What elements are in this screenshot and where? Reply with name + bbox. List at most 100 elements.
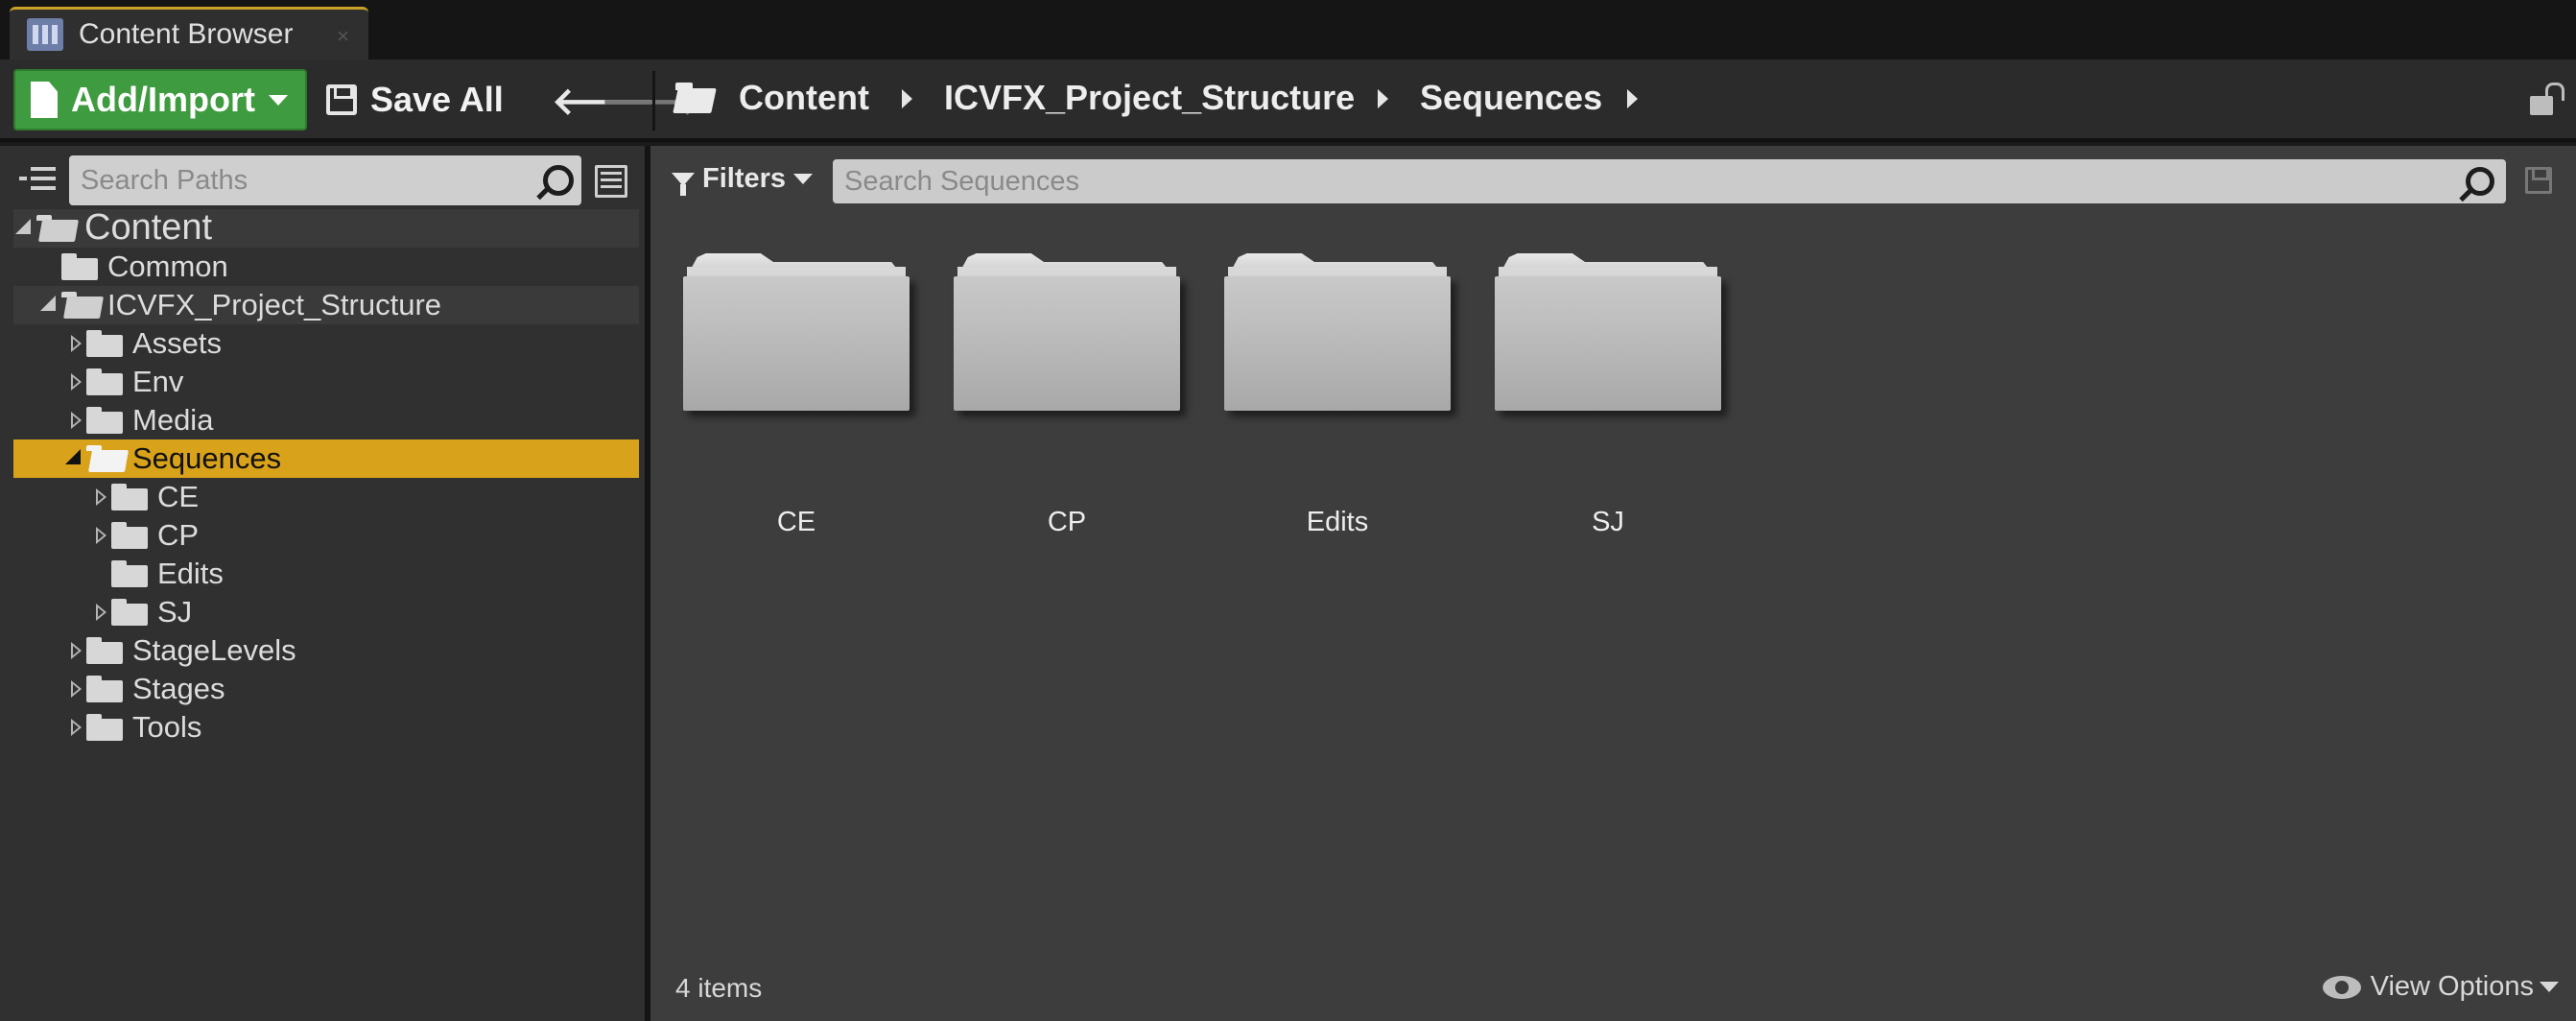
- breadcrumb-arrow-icon[interactable]: [902, 89, 912, 108]
- lock-icon[interactable]: [2530, 83, 2559, 115]
- breadcrumb-item[interactable]: Sequences: [1420, 77, 1602, 119]
- folder-icon: [1495, 253, 1721, 411]
- tree-item[interactable]: SJ: [13, 593, 639, 631]
- tree-item[interactable]: Edits: [13, 555, 639, 593]
- asset-tile-label: CP: [1047, 507, 1087, 537]
- tree-item[interactable]: Tools: [13, 708, 639, 747]
- triangle-right-icon[interactable]: [71, 642, 82, 659]
- breadcrumb-item[interactable]: ICVFX_Project_Structure: [944, 77, 1355, 119]
- tree-item-label: Common: [107, 249, 228, 283]
- item-count: 4 items: [675, 973, 763, 1003]
- list-view-icon[interactable]: [595, 165, 627, 198]
- folder-icon: [111, 484, 150, 510]
- tree-item[interactable]: Sequences: [13, 439, 639, 478]
- view-options-button[interactable]: View Options: [2322, 971, 2559, 1003]
- tree-view-icon[interactable]: [19, 163, 58, 198]
- content-browser-icon: [27, 18, 63, 51]
- tree-item[interactable]: Env: [13, 363, 639, 401]
- filters-label: Filters: [702, 163, 787, 194]
- add-import-button[interactable]: Add/Import: [13, 69, 307, 131]
- folder-icon: [86, 330, 125, 357]
- toolbar: Add/Import Save All 🡐 🡒 ContentICVFX_Pro…: [0, 59, 2576, 142]
- folder-icon: [111, 599, 150, 626]
- tree-item[interactable]: StageLevels: [13, 631, 639, 670]
- breadcrumb-arrow-icon[interactable]: [1627, 89, 1638, 108]
- view-options-label: View Options: [2370, 971, 2534, 1002]
- search-icon[interactable]: [2466, 167, 2494, 196]
- folder-icon: [1224, 253, 1451, 411]
- folder-open-icon[interactable]: [675, 83, 716, 113]
- chevron-down-icon: [793, 174, 814, 184]
- tree-item[interactable]: ICVFX_Project_Structure: [13, 286, 639, 324]
- tab-title: Content Browser: [79, 18, 294, 50]
- tree-item-label: Edits: [157, 557, 224, 590]
- folder-icon: [954, 253, 1180, 411]
- folder-tree: Content Common ICVFX_Project_Structure Asse…: [13, 207, 639, 747]
- triangle-right-icon[interactable]: [71, 335, 82, 352]
- eye-icon: [2322, 975, 2361, 999]
- tree-item-label: Content: [84, 207, 213, 248]
- add-import-label: Add/Import: [71, 80, 255, 119]
- tree-item-label: Stages: [132, 672, 225, 705]
- triangle-right-icon[interactable]: [96, 604, 106, 621]
- tree-item[interactable]: Media: [13, 401, 639, 439]
- breadcrumb-item[interactable]: Content: [739, 77, 869, 119]
- sources-panel: ContentCommon ICVFX_Project_Structure Asse…: [0, 146, 645, 1021]
- toolbar-divider: [652, 71, 655, 131]
- save-search-icon[interactable]: [2525, 167, 2552, 194]
- tree-item-label: ICVFX_Project_Structure: [107, 288, 442, 321]
- assets-panel: Filters CE CP Edits SJ 4 items View Options: [650, 146, 2576, 1021]
- document-icon: [31, 82, 58, 118]
- folder-icon: [86, 407, 125, 434]
- tree-item-label: SJ: [157, 595, 193, 629]
- tree-item-label: Tools: [132, 710, 202, 744]
- search-assets-input[interactable]: [833, 159, 2506, 203]
- filters-button[interactable]: Filters: [672, 163, 814, 196]
- search-paths-input[interactable]: [69, 155, 581, 205]
- tree-item[interactable]: Stages: [13, 670, 639, 708]
- folder-open-icon: [86, 445, 125, 472]
- triangle-down-icon[interactable]: [15, 219, 31, 234]
- folder-icon: [683, 253, 910, 411]
- triangle-right-icon[interactable]: [71, 719, 82, 736]
- triangle-right-icon[interactable]: [96, 488, 106, 506]
- tab-content-browser[interactable]: Content Browser ×: [10, 7, 368, 59]
- tree-item[interactable]: Common: [13, 248, 639, 286]
- folder-open-icon: [36, 215, 75, 242]
- tree-item-label: CE: [157, 480, 200, 513]
- filter-icon: [672, 172, 695, 196]
- folder-icon: [111, 522, 150, 549]
- triangle-right-icon[interactable]: [71, 412, 82, 429]
- tree-item-label: Media: [132, 403, 214, 437]
- triangle-down-icon[interactable]: [40, 296, 56, 311]
- save-all-button[interactable]: Save All: [326, 73, 504, 127]
- triangle-right-icon[interactable]: [96, 527, 106, 544]
- folder-icon: [86, 368, 125, 395]
- tree-item[interactable]: CP: [13, 516, 639, 555]
- breadcrumb-arrow-icon[interactable]: [1378, 89, 1388, 108]
- tree-item[interactable]: Content: [13, 207, 639, 248]
- folder-icon: [86, 714, 125, 741]
- tree-item-label: Sequences: [132, 441, 282, 475]
- close-icon[interactable]: ×: [337, 24, 349, 49]
- chevron-down-icon: [2540, 982, 2559, 992]
- triangle-right-icon[interactable]: [71, 373, 82, 391]
- tree-item-label: Assets: [132, 326, 223, 360]
- search-icon[interactable]: [543, 165, 574, 196]
- asset-tile-label: CE: [776, 507, 816, 537]
- folder-icon: [61, 253, 100, 280]
- save-all-label: Save All: [370, 80, 504, 119]
- folder-icon: [86, 637, 125, 664]
- triangle-right-icon[interactable]: [71, 680, 82, 698]
- folder-open-icon: [61, 292, 100, 319]
- tree-item-label: StageLevels: [132, 633, 296, 667]
- tree-item[interactable]: Assets: [13, 324, 639, 363]
- triangle-down-icon[interactable]: [65, 449, 81, 464]
- chevron-down-icon: [268, 94, 288, 106]
- tree-item-label: Env: [132, 365, 184, 398]
- asset-tile-label: Edits: [1306, 507, 1369, 537]
- asset-tile-label: SJ: [1592, 507, 1624, 537]
- tab-strip: Content Browser ×: [0, 0, 2576, 59]
- folder-icon: [86, 676, 125, 702]
- tree-item[interactable]: CE: [13, 478, 639, 516]
